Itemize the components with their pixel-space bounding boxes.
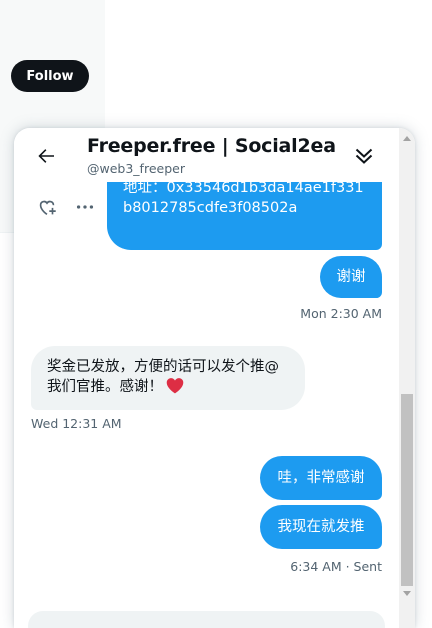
scroll-up-arrow-icon[interactable] (403, 136, 411, 141)
collapse-chevrons-icon (355, 148, 373, 164)
more-icon (76, 205, 94, 209)
message-timestamp-sent: 6:34 AM · Sent (290, 559, 382, 574)
add-reaction-button[interactable] (36, 196, 58, 222)
red-heart-icon (166, 378, 184, 394)
divider (0, 232, 14, 233)
message-actions (36, 196, 106, 220)
collapse-button[interactable] (352, 144, 376, 168)
scrollbar-thumb[interactable] (401, 394, 413, 586)
conversation-header: Freeper.free | Social2ea... @web3_freepe… (14, 128, 399, 182)
conversation-panel: Freeper.free | Social2ea... @web3_freepe… (14, 128, 399, 628)
conversation-title[interactable]: Freeper.free | Social2ea... (87, 135, 337, 157)
message-xiexie[interactable]: 谢谢 (320, 256, 382, 298)
message-reward[interactable]: 奖金已发放，方便的话可以发个推@我们官推。感谢！ (31, 346, 305, 410)
message-reward-text: 奖金已发放，方便的话可以发个推@我们官推。感谢！ (47, 359, 279, 395)
back-button[interactable] (34, 144, 58, 168)
back-arrow-icon (38, 149, 54, 163)
scroll-down-arrow-icon[interactable] (403, 591, 411, 596)
message-timestamp: Wed 12:31 AM (31, 416, 122, 431)
messages-drawer: Freeper.free | Social2ea... @web3_freepe… (14, 128, 415, 628)
follow-button[interactable]: Follow (11, 60, 89, 92)
conversation-handle: @web3_freeper (87, 161, 185, 176)
add-reaction-icon (39, 200, 56, 216)
scrollbar[interactable] (399, 128, 415, 628)
message-fatui[interactable]: 我现在就发推 (260, 505, 382, 549)
message-timestamp: Mon 2:30 AM (300, 306, 382, 321)
message-wa[interactable]: 哇，非常感谢 (260, 456, 382, 500)
more-button[interactable] (74, 196, 96, 222)
